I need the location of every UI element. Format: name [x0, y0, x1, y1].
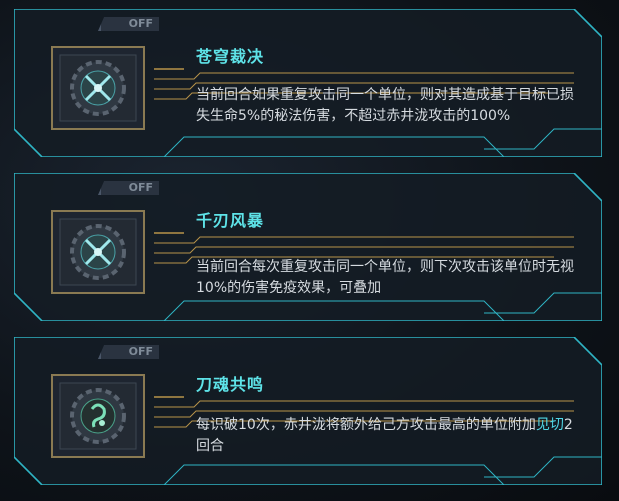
keyword-link[interactable]: 见切	[536, 417, 564, 433]
skill-description: 当前回合如果重复攻击同一个单位，则对其造成基于目标已损失生命5%的秘法伤害，不超…	[196, 87, 574, 124]
crossed-swords-gear-icon	[51, 46, 145, 130]
description-text: 每识破10次，赤井泷将额外给己方攻击最高的单位附加	[196, 417, 536, 433]
skill-description: 当前回合每次重复攻击同一个单位，则下次攻击该单位时无视10%的伤害免疫效果，可叠…	[196, 259, 574, 296]
skill-card-2[interactable]: OFF 千刃风暴 当前回合每次重复攻击同一个单位，则下次攻击该单位时无视10%的…	[14, 173, 602, 321]
off-status-tag: OFF	[98, 181, 159, 195]
skill-icon-frame	[48, 357, 152, 461]
skill-icon-frame	[48, 29, 152, 133]
skill-title: 千刃风暴	[196, 211, 265, 230]
skill-title: 刀魂共鸣	[196, 375, 265, 394]
crossed-swords-gear-icon	[51, 210, 145, 294]
skill-title: 苍穹裁决	[196, 47, 265, 66]
off-status-tag: OFF	[98, 17, 159, 31]
skill-card-1[interactable]: OFF 苍穹裁决 当前回合如果重复攻击同一个单位，则对其造成基于目标已损失生命5…	[14, 9, 602, 157]
spirit-blade-gear-icon	[51, 374, 145, 458]
skill-card-3[interactable]: OFF 刀魂共鸣 每识破10次，赤井泷将额外给己方攻击最高的单位附加见切2回合	[14, 337, 602, 485]
skill-description: 每识破10次，赤井泷将额外给己方攻击最高的单位附加见切2回合	[196, 415, 576, 457]
off-status-tag: OFF	[98, 345, 159, 359]
skill-icon-frame	[48, 193, 152, 297]
